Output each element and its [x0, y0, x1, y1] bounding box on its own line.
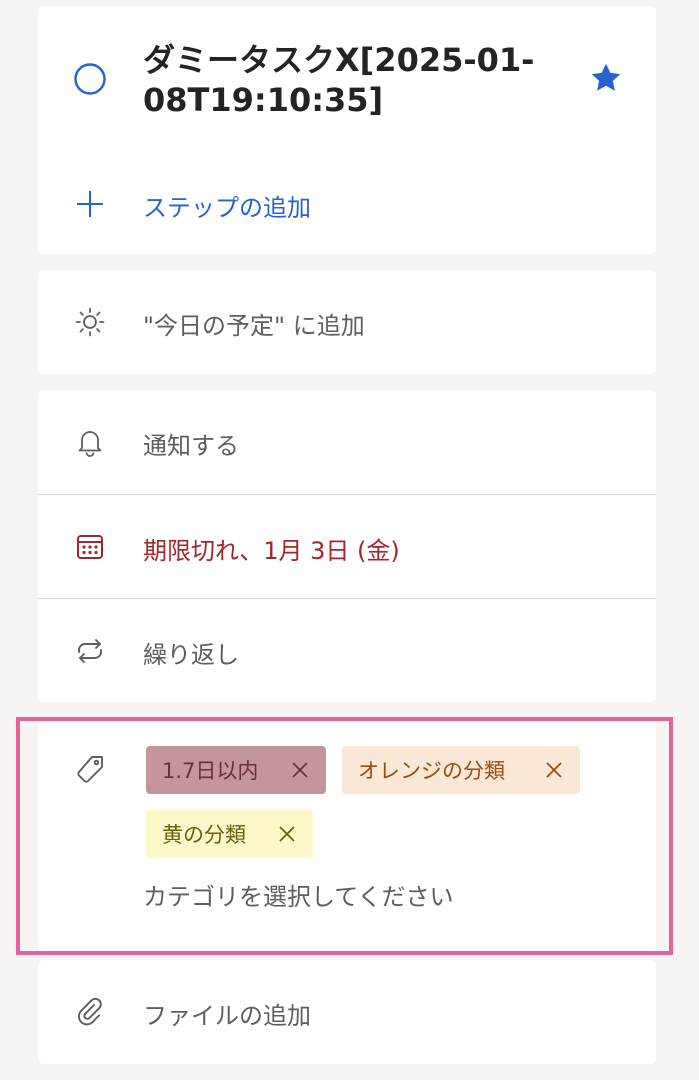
add-file-label: ファイルの追加 — [143, 1002, 311, 1030]
bell-icon — [72, 424, 108, 460]
repeat-button[interactable]: 繰り返し — [38, 599, 656, 702]
repeat-label: 繰り返し — [143, 641, 239, 669]
calendar-icon — [72, 529, 108, 565]
add-step-button[interactable]: ステップの追加 — [38, 176, 656, 232]
remind-me-button[interactable]: 通知する — [38, 390, 656, 494]
due-date-label: 期限切れ、1月 3日 (金) — [143, 537, 400, 565]
complete-circle-icon[interactable] — [72, 61, 108, 97]
task-title-line-1: ダミータスクX[2025-01- — [143, 41, 535, 79]
add-file-card[interactable]: ファイルの追加 — [38, 960, 656, 1064]
add-to-my-day-label: "今日の予定" に追加 — [143, 312, 365, 340]
task-title-card: ダミータスクX[2025-01- 08T19:10:35] ステップの追加 — [38, 6, 656, 254]
highlight-annotation-box — [16, 717, 673, 955]
repeat-icon — [72, 633, 108, 669]
star-icon[interactable] — [588, 60, 624, 96]
task-title[interactable]: ダミータスクX[2025-01- 08T19:10:35] — [143, 40, 563, 120]
add-step-label: ステップの追加 — [143, 194, 311, 222]
schedule-card: 通知する 期限切れ、1月 3日 (金) 繰り返し — [38, 390, 656, 702]
remind-me-label: 通知する — [143, 432, 239, 460]
due-date-button[interactable]: 期限切れ、1月 3日 (金) — [38, 495, 656, 599]
my-day-card[interactable]: "今日の予定" に追加 — [38, 270, 656, 374]
plus-icon — [72, 186, 108, 222]
sun-icon — [72, 304, 108, 340]
task-title-line-2: 08T19:10:35] — [143, 81, 384, 119]
paperclip-icon — [72, 994, 108, 1030]
